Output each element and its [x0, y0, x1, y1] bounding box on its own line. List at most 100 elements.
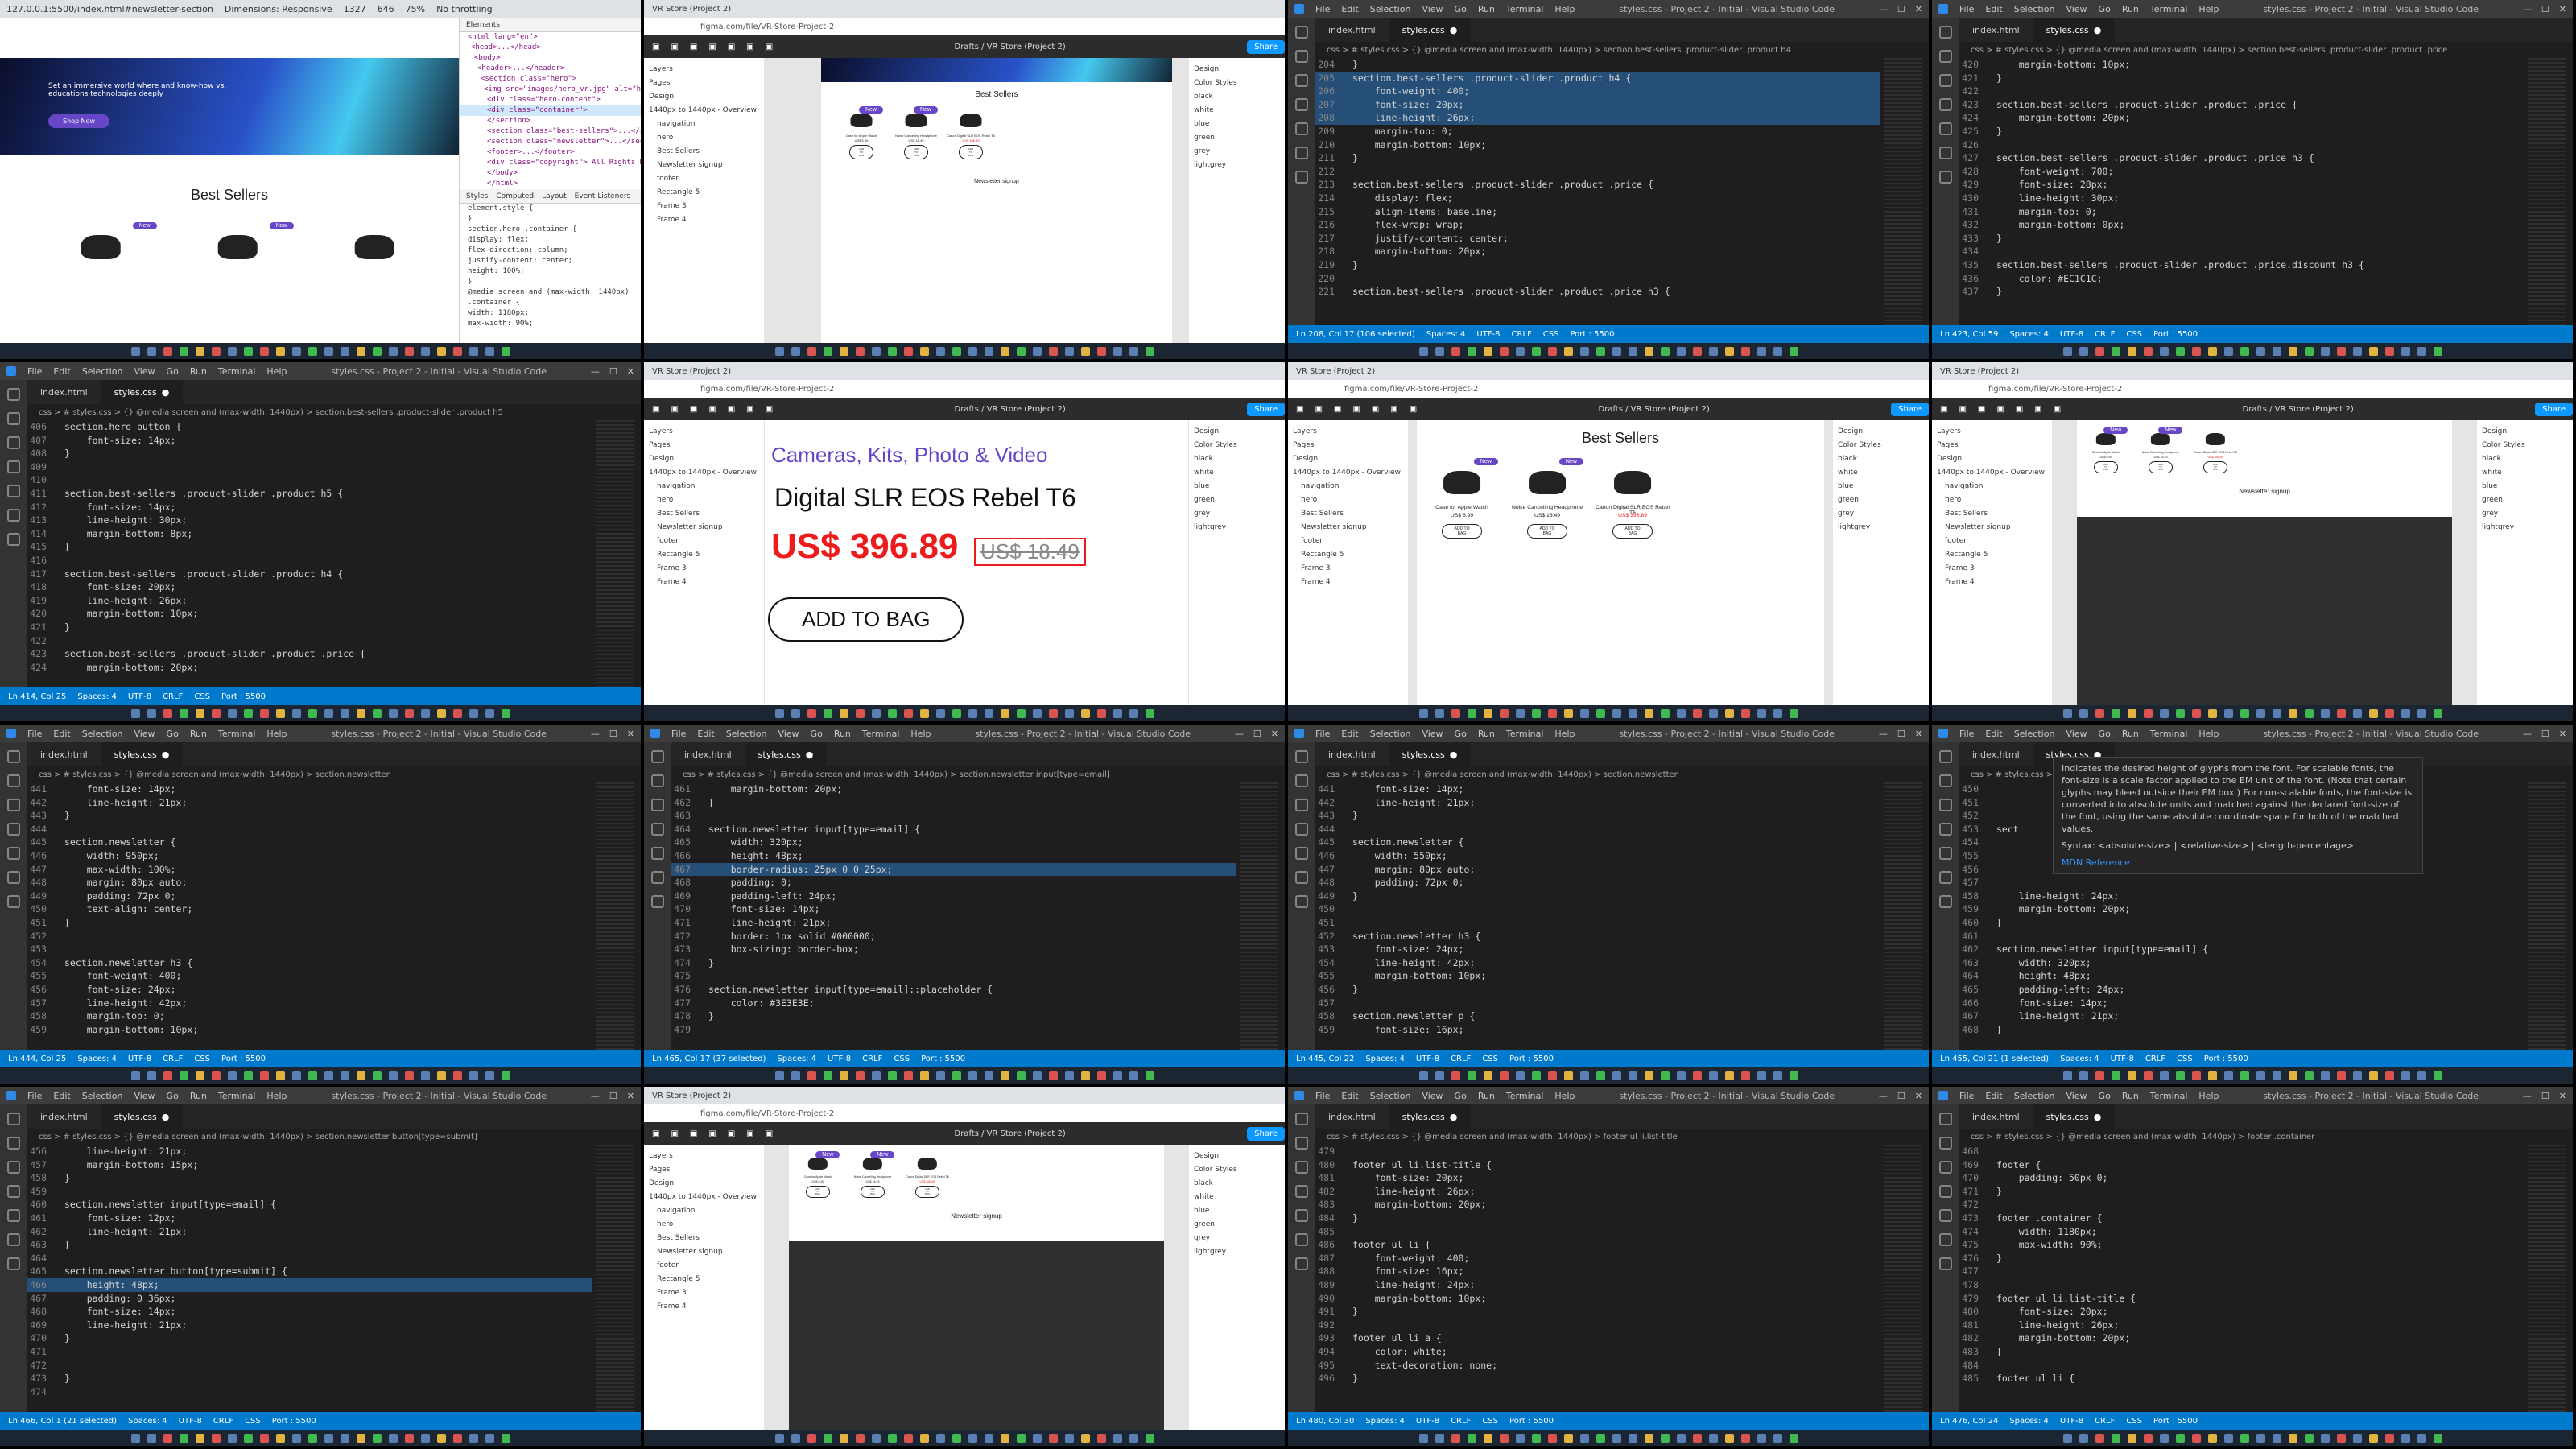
canvas[interactable]: Best Sellers New Case for Apple Watch US$ 6… — [1409, 420, 1832, 705]
extensions-icon[interactable] — [7, 847, 20, 860]
color-style-item[interactable]: white — [1194, 104, 1280, 118]
taskbar-app-icon[interactable] — [1000, 346, 1009, 356]
taskbar-app-icon[interactable] — [935, 346, 945, 356]
status-item[interactable]: CRLF — [163, 1055, 183, 1063]
taskbar-app-icon[interactable] — [1064, 346, 1074, 356]
maximize-icon[interactable]: ☐ — [2541, 4, 2549, 14]
taskbar-app-icon[interactable] — [436, 346, 446, 356]
taskbar-app-icon[interactable] — [1740, 1433, 1750, 1443]
menu-terminal[interactable]: Terminal — [218, 366, 256, 377]
taskbar-app-icon[interactable] — [469, 708, 478, 718]
color-style-item[interactable]: blue — [1838, 480, 1924, 493]
taskbar-app-icon[interactable] — [1660, 1071, 1670, 1080]
encoding[interactable]: UTF-8 — [2060, 1417, 2083, 1426]
tab-styles-css[interactable]: styles.css ● — [101, 380, 184, 404]
taskbar-app-icon[interactable] — [2336, 346, 2346, 356]
taskbar-app-icon[interactable] — [807, 708, 816, 718]
taskbar-app-icon[interactable] — [1032, 708, 1042, 718]
code-line[interactable]: 469 footer { — [1959, 1158, 2524, 1172]
menu-run[interactable]: Run — [190, 729, 207, 739]
layer-item[interactable]: Rectangle 5 — [649, 548, 759, 562]
extensions-icon[interactable] — [1295, 1209, 1308, 1222]
taskbar-app-icon[interactable] — [2111, 1071, 2120, 1080]
taskbar-app-icon[interactable] — [1660, 708, 1670, 718]
minimize-icon[interactable]: — — [1235, 729, 1244, 739]
code-line[interactable]: 468 padding: 0; — [671, 876, 1236, 890]
text-tool-icon[interactable]: ▣ — [1372, 405, 1379, 414]
taskbar-app-icon[interactable] — [291, 346, 301, 356]
pen-tool-icon[interactable]: ▣ — [1996, 405, 2004, 414]
layer-item[interactable]: navigation — [649, 480, 759, 493]
search-icon[interactable] — [7, 412, 20, 425]
account-icon[interactable] — [1295, 871, 1308, 884]
design-tab[interactable]: Design — [2482, 425, 2568, 439]
code-line[interactable]: 425} — [1959, 125, 2524, 138]
files-icon[interactable] — [1295, 1113, 1308, 1125]
dom-node[interactable]: <head>...</head> — [460, 43, 641, 53]
menu-terminal[interactable]: Terminal — [218, 729, 256, 739]
code-line[interactable]: 446 width: 550px; — [1315, 849, 1880, 863]
text-tool-icon[interactable]: ▣ — [2016, 405, 2023, 414]
taskbar-app-icon[interactable] — [1644, 346, 1653, 356]
taskbar-app-icon[interactable] — [1064, 1071, 1074, 1080]
browser-tab-title[interactable]: VR Store (Project 2) — [1940, 367, 2019, 376]
hero-shop-button[interactable]: Shop Now — [48, 114, 110, 128]
taskbar-app-icon[interactable] — [340, 708, 349, 718]
menu-go[interactable]: Go — [1455, 4, 1467, 14]
browser-tab-title[interactable]: VR Store (Project 2) — [652, 1092, 731, 1100]
taskbar-app-icon[interactable] — [1789, 346, 1798, 356]
layer-item[interactable]: hero — [649, 1218, 759, 1232]
taskbar-app-icon[interactable] — [1692, 346, 1702, 356]
menu-help[interactable]: Help — [266, 366, 287, 377]
menu-selection[interactable]: Selection — [1370, 4, 1411, 14]
menu-file[interactable]: File — [1959, 4, 1974, 14]
taskbar-app-icon[interactable] — [1435, 1433, 1444, 1443]
taskbar-app-icon[interactable] — [2417, 1433, 2426, 1443]
taskbar-app-icon[interactable] — [485, 708, 494, 718]
code-editor[interactable]: 441 font-size: 14px; 442 line-height: 21p… — [1315, 782, 1880, 1050]
menu-view[interactable]: View — [778, 729, 799, 739]
layer-item[interactable]: Newsletter signup — [649, 1245, 759, 1259]
code-line[interactable]: 423 section.best-sellers .product-slider … — [27, 647, 592, 661]
code-line[interactable]: 459 font-size: 16px; — [1315, 1023, 1880, 1037]
code-line[interactable]: 490 margin-bottom: 10px; — [1315, 1292, 1880, 1306]
run-debug-icon[interactable] — [1939, 823, 1952, 836]
menu-run[interactable]: Run — [834, 729, 851, 739]
product-card[interactable]: New Noise Cancelling Headphone US$ 18.49 AD… — [848, 1150, 897, 1204]
elements-tab[interactable]: Elements — [466, 21, 500, 29]
taskbar-app-icon[interactable] — [2079, 1071, 2088, 1080]
taskbar-app-icon[interactable] — [1612, 1433, 1621, 1443]
taskbar-app-icon[interactable] — [919, 1071, 929, 1080]
status-item[interactable]: CRLF — [1451, 1417, 1471, 1426]
taskbar-app-icon[interactable] — [1451, 346, 1460, 356]
taskbar-app-icon[interactable] — [1113, 708, 1122, 718]
code-line[interactable]: 212 — [1315, 165, 1880, 179]
layer-item[interactable]: Frame 4 — [1293, 576, 1403, 589]
taskbar-app-icon[interactable] — [1515, 708, 1525, 718]
code-line[interactable]: 406 section.hero button { — [27, 420, 592, 434]
taskbar-app-icon[interactable] — [1676, 346, 1686, 356]
color-style-item[interactable]: white — [1838, 466, 1924, 480]
taskbar-app-icon[interactable] — [1113, 1433, 1122, 1443]
taskbar-app-icon[interactable] — [275, 346, 285, 356]
taskbar-app-icon[interactable] — [1579, 346, 1589, 356]
taskbar-app-icon[interactable] — [130, 1071, 140, 1080]
product-card[interactable]: New Noise Cancelling Headphone US$ 18.49 AD… — [1507, 456, 1587, 559]
cursor-position[interactable]: Ln 480, Col 30 — [1296, 1417, 1354, 1426]
dom-node[interactable]: <div class="copyright"> All Rights Reser… — [460, 158, 641, 168]
code-line[interactable]: 462} — [671, 796, 1236, 810]
canvas[interactable]: New Case for Apple Watch US$ 6.99 ADD TO BA… — [765, 1145, 1188, 1430]
code-line[interactable]: 221 section.best-sellers .product-slider … — [1315, 285, 1880, 299]
frame-item[interactable]: 1440px to 1440px - Overview — [1293, 466, 1403, 480]
taskbar-app-icon[interactable] — [1612, 1071, 1621, 1080]
taskbar-app-icon[interactable] — [2159, 1433, 2169, 1443]
taskbar-app-icon[interactable] — [1773, 1071, 1782, 1080]
close-icon[interactable]: ✕ — [2559, 4, 2566, 14]
encoding[interactable]: UTF-8 — [128, 1055, 151, 1063]
hand-tool-icon[interactable]: ▣ — [1390, 405, 1397, 414]
taskbar-app-icon[interactable] — [871, 708, 881, 718]
code-line[interactable]: 481 font-size: 20px; — [1315, 1171, 1880, 1185]
color-style-item[interactable]: green — [2482, 493, 2568, 507]
minimize-icon[interactable]: — — [1879, 4, 1888, 14]
taskbar-app-icon[interactable] — [1531, 346, 1541, 356]
